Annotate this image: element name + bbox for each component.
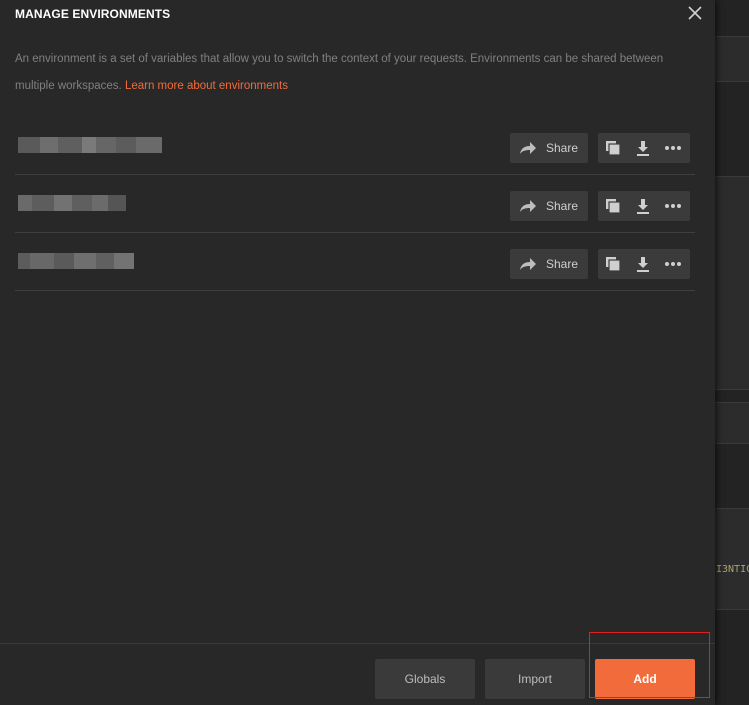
globals-button[interactable]: Globals xyxy=(375,659,475,699)
duplicate-icon xyxy=(606,141,621,156)
share-label: Share xyxy=(546,199,579,213)
download-button[interactable] xyxy=(628,191,658,221)
environment-actions xyxy=(598,191,690,221)
close-icon xyxy=(688,6,702,20)
duplicate-icon xyxy=(606,199,621,214)
download-icon xyxy=(637,141,649,156)
share-icon xyxy=(520,258,536,270)
import-button[interactable]: Import xyxy=(485,659,585,699)
more-icon xyxy=(665,262,681,266)
share-button[interactable]: Share xyxy=(510,133,588,163)
learn-more-link[interactable]: Learn more about environments xyxy=(125,80,288,92)
environment-row[interactable]: Share xyxy=(15,117,695,175)
share-icon xyxy=(520,200,536,212)
environment-actions xyxy=(598,133,690,163)
download-icon xyxy=(637,257,649,272)
download-button[interactable] xyxy=(628,133,658,163)
more-options-button[interactable] xyxy=(658,191,688,221)
share-icon xyxy=(520,142,536,154)
manage-environments-modal: MANAGE ENVIRONMENTS An environment is a … xyxy=(0,0,715,705)
duplicate-button[interactable] xyxy=(598,191,628,221)
download-button[interactable] xyxy=(628,249,658,279)
background-code-text: I3NTIC xyxy=(716,564,749,575)
environment-name-redacted[interactable] xyxy=(18,137,162,153)
share-button[interactable]: Share xyxy=(510,249,588,279)
modal-description: An environment is a set of variables tha… xyxy=(15,46,695,100)
environment-name-redacted[interactable] xyxy=(18,253,134,269)
more-options-button[interactable] xyxy=(658,133,688,163)
share-label: Share xyxy=(546,257,579,271)
modal-title: MANAGE ENVIRONMENTS xyxy=(15,7,171,21)
duplicate-button[interactable] xyxy=(598,249,628,279)
environment-row[interactable]: Share xyxy=(15,233,695,291)
environment-row[interactable]: Share xyxy=(15,175,695,233)
description-text: An environment is a set of variables tha… xyxy=(15,53,664,92)
environment-actions xyxy=(598,249,690,279)
environment-name-redacted[interactable] xyxy=(18,195,126,211)
more-options-button[interactable] xyxy=(658,249,688,279)
duplicate-button[interactable] xyxy=(598,133,628,163)
share-label: Share xyxy=(546,141,579,155)
add-button-highlight-box xyxy=(589,632,710,698)
share-button[interactable]: Share xyxy=(510,191,588,221)
download-icon xyxy=(637,199,649,214)
more-icon xyxy=(665,204,681,208)
duplicate-icon xyxy=(606,257,621,272)
environment-list: Share Share Share xyxy=(15,117,695,291)
close-button[interactable] xyxy=(684,2,706,24)
background-app-panel xyxy=(715,0,749,705)
more-icon xyxy=(665,146,681,150)
